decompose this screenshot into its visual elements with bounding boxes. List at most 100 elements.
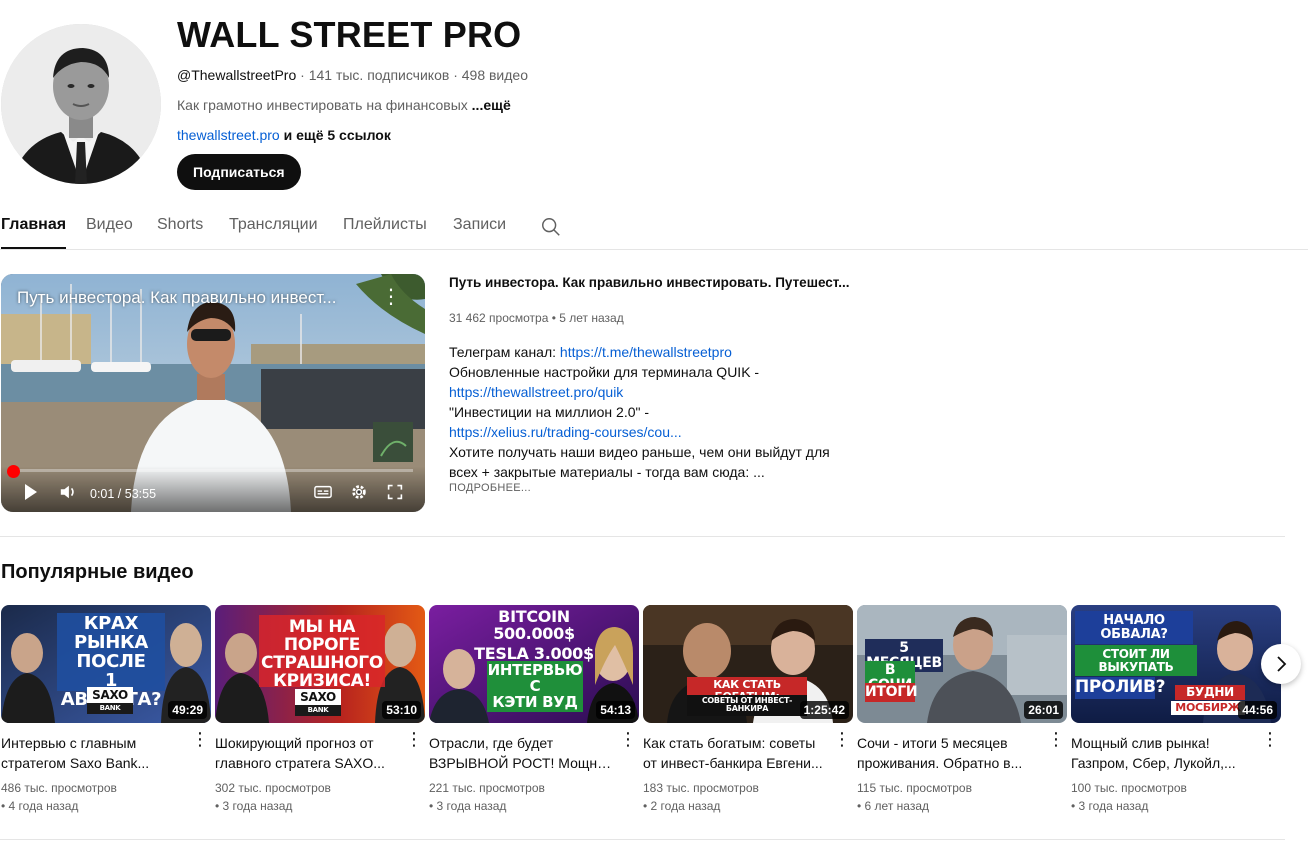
video-duration: 26:01 <box>1024 701 1063 719</box>
video-duration: 44:56 <box>1238 701 1277 719</box>
video-duration: 54:13 <box>596 701 635 719</box>
player-scrubber[interactable] <box>7 465 20 478</box>
course-link[interactable]: https://xelius.ru/trading-courses/cou... <box>449 422 849 442</box>
video-age: • 6 лет назад <box>857 799 929 813</box>
fullscreen-icon[interactable] <box>387 482 403 502</box>
channel-stats: · 141 тыс. подписчиков · 498 видео <box>296 67 528 83</box>
video-title[interactable]: Отрасли, где будет ВЗРЫВНОЙ РОСТ! Мощны..… <box>429 733 615 773</box>
play-icon[interactable] <box>23 482 39 502</box>
gear-icon[interactable] <box>350 482 368 502</box>
video-card[interactable]: КРАХ РЫНКА ПОСЛЕ 1 АВГУСТА? SAXO BANK 49… <box>1 605 211 815</box>
tab-posts[interactable]: Записи <box>453 204 506 249</box>
video-thumbnail[interactable]: КРАХ РЫНКА ПОСЛЕ 1 АВГУСТА? SAXO BANK 49… <box>1 605 211 723</box>
thumbnail-text-3: ПРОЛИВ? <box>1075 677 1166 699</box>
more-links-button[interactable]: и ещё 5 ссылок <box>280 127 391 143</box>
video-menu-icon[interactable]: ⋮ <box>405 730 423 750</box>
player-overlay-title[interactable]: Путь инвестора. Как правильно инвест... <box>17 288 336 308</box>
video-card[interactable]: НАЧАЛО ОБВАЛА? СТОИТ ЛИ ВЫКУПАТЬ ПРОЛИВ?… <box>1071 605 1281 815</box>
video-title[interactable]: Шокирующий прогноз от главного стратега S… <box>215 733 401 773</box>
video-views: 100 тыс. просмотров <box>1071 781 1187 795</box>
section-divider-bottom <box>0 839 1285 840</box>
channel-name: WALL STREET PRO <box>177 14 522 55</box>
featured-video-meta: 31 462 просмотра • 5 лет назад <box>449 311 624 325</box>
video-menu-icon[interactable]: ⋮ <box>1047 730 1065 750</box>
subscribe-button[interactable]: Подписаться <box>177 154 301 190</box>
video-title[interactable]: Мощный слив рынка! Газпром, Сбер, Лукойл,… <box>1071 733 1257 773</box>
featured-video-title[interactable]: Путь инвестора. Как правильно инвестиров… <box>449 274 849 292</box>
tab-live[interactable]: Трансляции <box>229 204 318 249</box>
video-card[interactable]: КАК СТАТЬ БОГАТЫМ: СОВЕТЫ ОТ ИНВЕСТ-БАНК… <box>643 605 853 815</box>
read-more-button[interactable]: ПОДРОБНЕЕ... <box>449 482 849 494</box>
video-age: • 3 года назад <box>215 799 293 813</box>
featured-views: 31 462 просмотра <box>449 311 549 325</box>
video-thumbnail[interactable]: КАК СТАТЬ БОГАТЫМ: СОВЕТЫ ОТ ИНВЕСТ-БАНК… <box>643 605 853 723</box>
thumbnail-text: МЫ НА ПОРОГЕ СТРАШНОГО КРИЗИСА! <box>261 617 383 691</box>
subtitles-icon[interactable] <box>314 482 332 502</box>
player-time: 0:01 / 53:55 <box>90 487 157 501</box>
desc-line-quik: Обновленные настройки для терминала QUIK… <box>449 364 760 380</box>
video-card[interactable]: 5 МЕСЯЦЕВ В СОЧИ ИТОГИ 26:01 Сочи - итог… <box>857 605 1067 815</box>
featured-video-info: Путь инвестора. Как правильно инвестиров… <box>449 274 849 494</box>
video-thumbnail[interactable]: МЫ НА ПОРОГЕ СТРАШНОГО КРИЗИСА! SAXO BAN… <box>215 605 425 723</box>
section-divider <box>0 536 1285 537</box>
video-duration: 49:29 <box>168 701 207 719</box>
video-title[interactable]: Сочи - итоги 5 месяцев проживания. Обратн… <box>857 733 1043 773</box>
desc-line-early: Хотите получать наши видео раньше, чем о… <box>449 444 830 460</box>
channel-avatar[interactable] <box>1 24 161 184</box>
channel-website-link[interactable]: thewallstreet.pro <box>177 127 280 143</box>
channel-tabs: Главная Видео Shorts Трансляции Плейлист… <box>0 204 1308 250</box>
video-views: 115 тыс. просмотров <box>857 781 972 795</box>
player-progress-bar[interactable] <box>13 469 413 472</box>
chevron-right-icon <box>1277 656 1287 672</box>
video-menu-icon[interactable]: ⋮ <box>619 730 637 750</box>
channel-description[interactable]: Как грамотно инвестировать на финансовых… <box>177 95 877 115</box>
video-card[interactable]: BITCOIN 500.000$ TESLA 3.000$ ИНТЕРВЬЮ С… <box>429 605 639 815</box>
telegram-link[interactable]: https://t.me/thewallstreetpro <box>560 344 732 360</box>
video-menu-icon[interactable]: ⋮ <box>191 730 209 750</box>
video-age: • 4 года назад <box>1 799 79 813</box>
video-views: 221 тыс. просмотров <box>429 781 545 795</box>
video-age: • 3 года назад <box>429 799 507 813</box>
tab-home[interactable]: Главная <box>1 204 67 249</box>
saxo-badge: SAXO <box>87 687 133 704</box>
featured-age: 5 лет назад <box>559 311 624 325</box>
channel-links: thewallstreet.pro и ещё 5 ссылок <box>177 125 877 145</box>
quik-link[interactable]: https://thewallstreet.pro/quik <box>449 382 849 402</box>
player-more-icon[interactable]: ⋮ <box>381 286 401 310</box>
saxo-badge: SAXO <box>295 689 341 706</box>
tab-playlists[interactable]: Плейлисты <box>343 204 427 249</box>
tab-shorts[interactable]: Shorts <box>157 204 203 249</box>
shelf-next-button[interactable] <box>1261 644 1301 684</box>
video-thumbnail[interactable]: 5 МЕСЯЦЕВ В СОЧИ ИТОГИ 26:01 <box>857 605 1067 723</box>
video-age: • 3 года назад <box>1071 799 1149 813</box>
channel-meta: @ThewallstreetPro · 141 тыс. подписчиков… <box>177 65 877 85</box>
search-icon[interactable] <box>540 216 562 238</box>
saxo-badge-sub: BANK <box>87 703 133 715</box>
video-thumbnail[interactable]: BITCOIN 500.000$ TESLA 3.000$ ИНТЕРВЬЮ С… <box>429 605 639 723</box>
thumbnail-label: ИНТЕРВЬЮ С КЭТИ ВУД <box>487 661 583 713</box>
video-duration: 53:10 <box>382 701 421 719</box>
volume-icon[interactable] <box>59 482 77 502</box>
tab-videos[interactable]: Видео <box>86 204 133 249</box>
shelf-title[interactable]: Популярные видео <box>1 559 194 585</box>
thumbnail-text-3: ИТОГИ <box>865 683 918 702</box>
desc-line-telegram: Телеграм канал: <box>449 344 560 360</box>
video-views: 302 тыс. просмотров <box>215 781 331 795</box>
video-title[interactable]: Как стать богатым: советы от инвест-банки… <box>643 733 829 773</box>
featured-description: Телеграм канал: https://t.me/thewallstre… <box>449 342 849 482</box>
saxo-badge-sub: BANK <box>295 705 341 717</box>
thumbnail-text-5: МОСБИРЖ <box>1171 701 1245 715</box>
video-menu-icon[interactable]: ⋮ <box>1261 730 1279 750</box>
desc-line-course: "Инвестиции на миллион 2.0" - <box>449 404 650 420</box>
thumbnail-text-4: БУДНИ <box>1175 685 1245 700</box>
video-menu-icon[interactable]: ⋮ <box>833 730 851 750</box>
video-thumbnail[interactable]: НАЧАЛО ОБВАЛА? СТОИТ ЛИ ВЫКУПАТЬ ПРОЛИВ?… <box>1071 605 1281 723</box>
video-card[interactable]: МЫ НА ПОРОГЕ СТРАШНОГО КРИЗИСА! SAXO BAN… <box>215 605 425 815</box>
video-duration: 1:25:42 <box>799 701 849 719</box>
thumbnail-text: BITCOIN 500.000$ TESLA 3.000$ <box>474 607 594 663</box>
featured-video-player[interactable]: Путь инвестора. Как правильно инвест... … <box>1 274 425 512</box>
description-more-link[interactable]: ...ещё <box>472 97 511 113</box>
video-title[interactable]: Интервью с главным стратегом Saxo Bank... <box>1 733 187 773</box>
video-views: 486 тыс. просмотров <box>1 781 117 795</box>
thumbnail-text-2: СТОИТ ЛИ ВЫКУПАТЬ <box>1075 645 1197 677</box>
